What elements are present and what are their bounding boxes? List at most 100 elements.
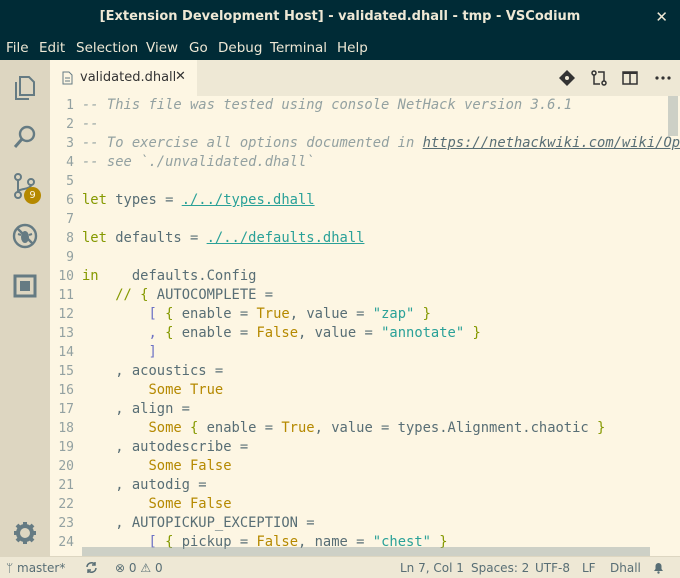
- import-path-link[interactable]: ./../defaults.dhall: [207, 230, 365, 246]
- menu-file[interactable]: File: [6, 40, 29, 56]
- comment: -- see `./unvalidated.dhall`: [82, 154, 315, 170]
- code-line: Some { enable = True, value = types.Alig…: [82, 419, 605, 438]
- language-mode[interactable]: Dhall: [610, 561, 641, 575]
- code-text: enable =: [181, 325, 257, 341]
- comment-link[interactable]: https://nethackwiki.com/wiki/Options: [423, 135, 680, 151]
- code-text: , acoustics =: [82, 363, 224, 379]
- brace: {: [181, 420, 207, 436]
- line-number: 4: [66, 155, 74, 170]
- problems-indicator[interactable]: ⊗ 0 ⚠ 0: [115, 561, 163, 575]
- menu-edit[interactable]: Edit: [39, 40, 65, 56]
- code-text: , value = types.Alignment.chaotic: [314, 420, 598, 436]
- code-line: [ { enable = True, value = "zap" }: [82, 305, 431, 324]
- code-line: , AUTOPICKUP_EXCEPTION =: [82, 514, 314, 533]
- branch-icon: ᛘ: [6, 561, 18, 575]
- line-number: 24: [58, 535, 74, 550]
- manage-button[interactable]: [0, 508, 50, 558]
- comment: -- This file was tested using console Ne…: [82, 97, 573, 113]
- toggle-diff-button[interactable]: [590, 69, 608, 87]
- code-text: , value =: [298, 325, 382, 341]
- code-text: , autodig =: [82, 477, 207, 493]
- error-count: 0: [128, 561, 137, 575]
- scm-badge: 9: [24, 187, 41, 204]
- debug-button[interactable]: [0, 211, 50, 261]
- line-number: 13: [58, 326, 74, 341]
- menu-help[interactable]: Help: [337, 40, 368, 56]
- code-line: , { enable = False, value = "annotate" }: [82, 324, 481, 343]
- code-line: ]: [82, 343, 157, 362]
- menu-terminal[interactable]: Terminal: [270, 40, 327, 56]
- code-line: Some False: [82, 495, 232, 514]
- open-changes-button[interactable]: [558, 69, 576, 87]
- diff-icon: [591, 70, 607, 86]
- menu-view[interactable]: View: [146, 40, 178, 56]
- vertical-scrollbar[interactable]: [668, 96, 678, 136]
- gear-icon: [14, 522, 36, 544]
- no-bug-icon: [12, 223, 38, 249]
- code-line: Some True: [82, 381, 223, 400]
- menu-debug[interactable]: Debug: [218, 40, 262, 56]
- code-line: let defaults = ./../defaults.dhall: [82, 229, 364, 248]
- code-line: in defaults.Config: [82, 267, 256, 286]
- line-number: 5: [66, 174, 74, 189]
- constant: True: [281, 420, 315, 436]
- horizontal-scrollbar[interactable]: [82, 547, 650, 556]
- branch-name: master*: [17, 561, 66, 575]
- code-line: -- see `./unvalidated.dhall`: [82, 153, 315, 172]
- split-editor-button[interactable]: [621, 69, 639, 87]
- bracket: ]: [82, 344, 157, 360]
- string: "annotate": [381, 325, 465, 341]
- line-number: 16: [58, 383, 74, 398]
- explorer-button[interactable]: [0, 63, 50, 113]
- branch-indicator[interactable]: ᛘ master*: [6, 561, 65, 575]
- code-text: , value =: [289, 306, 373, 322]
- extensions-button[interactable]: [0, 261, 50, 311]
- code-text: , align =: [82, 401, 190, 417]
- cursor-position[interactable]: Ln 7, Col 1: [400, 561, 464, 575]
- menu-go[interactable]: Go: [189, 40, 208, 56]
- constant: Some False: [148, 458, 232, 474]
- string: "zap": [372, 306, 415, 322]
- code-line: , autodescribe =: [82, 438, 248, 457]
- more-actions-button[interactable]: [654, 69, 672, 87]
- status-bar: ᛘ master* ⊗ 0 ⚠ 0 Ln 7, Col 1 Spaces: 2 …: [0, 556, 680, 578]
- constant: False: [256, 325, 299, 341]
- keyword: in: [82, 268, 99, 284]
- file-icon: [62, 71, 73, 85]
- keyword: let: [82, 192, 107, 208]
- sync-button[interactable]: [85, 561, 98, 577]
- keyword: let: [82, 230, 107, 246]
- comment: --: [82, 116, 99, 132]
- brace: }: [464, 325, 481, 341]
- menu-selection[interactable]: Selection: [76, 40, 138, 56]
- line-number: 18: [58, 421, 74, 436]
- code-line: , align =: [82, 400, 190, 419]
- line-number: 15: [58, 364, 74, 379]
- search-button[interactable]: [0, 112, 50, 162]
- notifications-button[interactable]: [652, 561, 665, 577]
- encoding-setting[interactable]: UTF-8: [535, 561, 570, 575]
- indentation-setting[interactable]: Spaces: 2: [471, 561, 529, 575]
- code-editor[interactable]: 1 2 3 4 5 6 7 8 9 10 11 12 13 14 15 16 1…: [50, 96, 680, 556]
- line-number: 19: [58, 440, 74, 455]
- constant: Some: [148, 420, 182, 436]
- constant: True: [256, 306, 290, 322]
- line-number: 10: [58, 269, 74, 284]
- line-number: 2: [66, 117, 74, 132]
- eol-setting[interactable]: LF: [582, 561, 596, 575]
- code-text: defaults =: [106, 230, 207, 246]
- constant: Some False: [148, 496, 232, 512]
- tab-validated-dhall[interactable]: validated.dhall ✕: [50, 60, 197, 96]
- extensions-icon: [13, 274, 37, 298]
- line-number: 22: [58, 497, 74, 512]
- window-title: [Extension Development Host] - validated…: [99, 9, 581, 24]
- close-tab-icon[interactable]: ✕: [175, 69, 186, 84]
- source-control-button[interactable]: 9: [0, 161, 50, 211]
- code-line: --: [82, 115, 99, 134]
- import-path-link[interactable]: ./../types.dhall: [182, 192, 315, 208]
- close-window-button[interactable]: ✕: [655, 8, 668, 26]
- sync-icon: [86, 562, 97, 573]
- line-number: 14: [58, 345, 74, 360]
